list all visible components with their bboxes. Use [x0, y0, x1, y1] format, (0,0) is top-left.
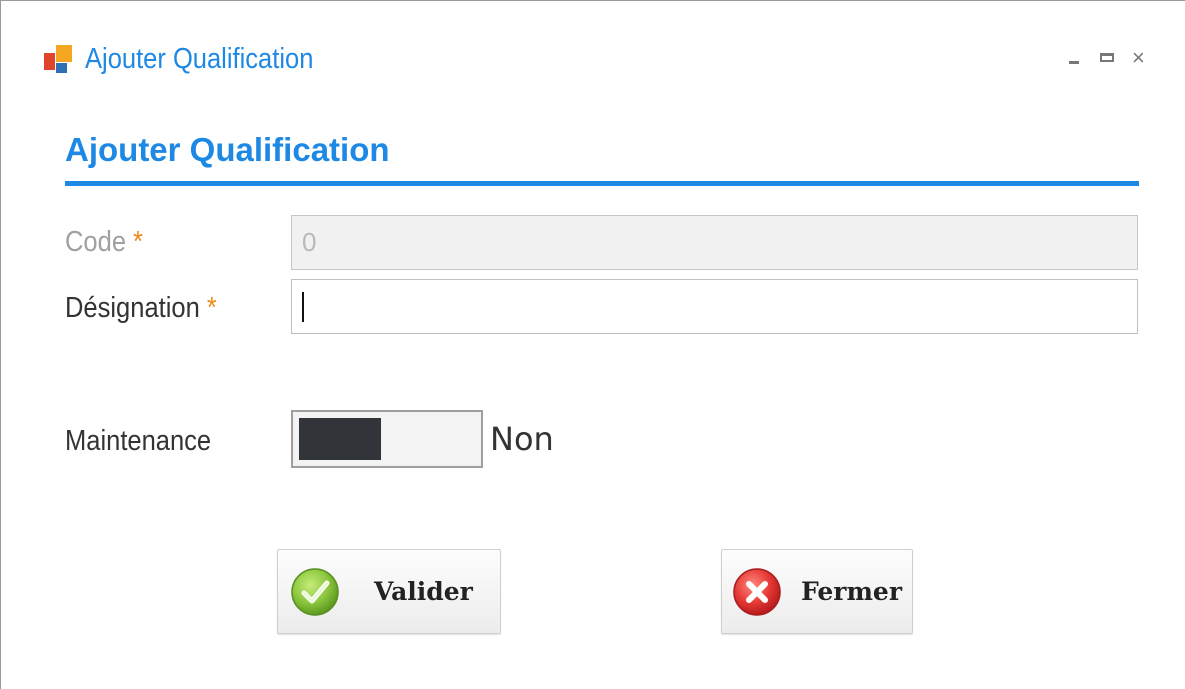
heading-divider — [65, 181, 1139, 186]
close-button-label: Fermer — [801, 577, 902, 606]
validate-button[interactable]: Valider — [277, 549, 501, 634]
close-icon: × — [1132, 45, 1145, 70]
maintenance-toggle[interactable] — [291, 410, 483, 468]
maintenance-label: Maintenance — [65, 425, 212, 457]
title-bar: Ajouter Qualification × — [1, 1, 1185, 111]
designation-label: Désignation * — [65, 292, 217, 325]
validate-button-label: Valider — [374, 577, 473, 606]
close-window-button[interactable]: × — [1132, 45, 1145, 71]
app-logo-icon — [44, 45, 76, 77]
code-label-text: Code — [65, 226, 127, 258]
dialog-window: Ajouter Qualification × Ajouter Qualific… — [0, 0, 1185, 689]
designation-input[interactable] — [291, 279, 1138, 334]
x-circle-icon — [733, 568, 781, 616]
toggle-knob — [299, 418, 381, 460]
required-asterisk: * — [206, 292, 217, 324]
check-circle-icon — [291, 568, 339, 616]
maintenance-state-text: Non — [490, 420, 554, 458]
code-input[interactable] — [291, 215, 1138, 270]
minimize-button[interactable] — [1069, 47, 1079, 64]
required-asterisk: * — [133, 226, 143, 258]
designation-label-text: Désignation — [65, 292, 200, 324]
close-button[interactable]: Fermer — [721, 549, 913, 634]
code-label: Code * — [65, 226, 143, 259]
window-title: Ajouter Qualification — [85, 43, 314, 75]
text-caret — [302, 292, 304, 322]
minimize-icon — [1069, 61, 1079, 64]
maximize-icon — [1100, 53, 1114, 62]
form-heading: Ajouter Qualification — [65, 131, 390, 168]
maximize-button[interactable] — [1100, 45, 1114, 62]
